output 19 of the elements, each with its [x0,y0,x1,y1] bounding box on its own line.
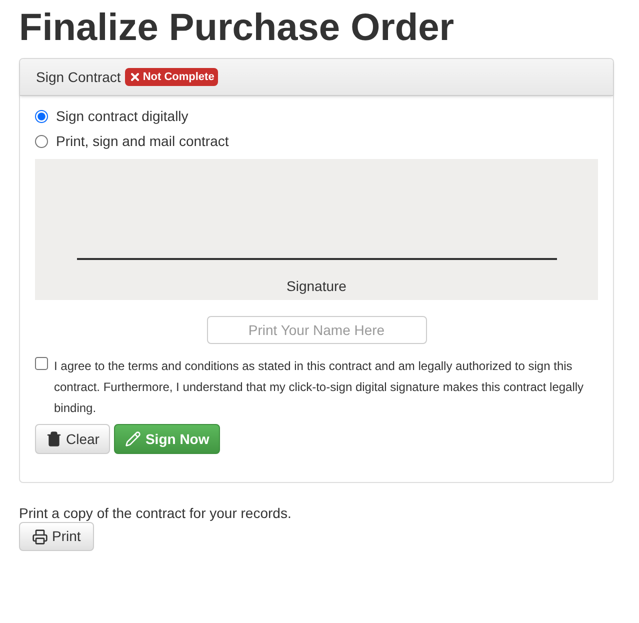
panel-title: Sign Contract [36,68,121,87]
option-label: Sign contract digitally [56,107,188,126]
agree-checkbox[interactable] [35,357,48,370]
name-field[interactable]: Print Your Name Here [206,316,426,344]
signature-label: Signature [286,277,346,296]
close-icon [128,71,141,83]
clear-button[interactable]: Clear [35,424,110,454]
signature-pad[interactable]: Signature [35,159,598,300]
print-button[interactable]: Print [19,522,94,551]
page-title: Finalize Purchase Order [19,6,456,50]
radio-button[interactable] [35,110,48,123]
printer-icon [32,528,48,544]
agreement-text: I agree to the terms and conditions as stated in this contract and am legally authorized to sign this contract. Furthermore, I understand that my click-to-sign digital signature makes this contract legally binding. [54,358,585,417]
badge-label: Not Complete [142,70,214,85]
option-label: Print, sign and mail contract [56,132,229,151]
print-note: Print a copy of the contract for your records. [19,504,292,522]
radio-button[interactable] [35,135,48,148]
trash-icon [46,431,62,447]
pencil-icon [125,431,142,447]
